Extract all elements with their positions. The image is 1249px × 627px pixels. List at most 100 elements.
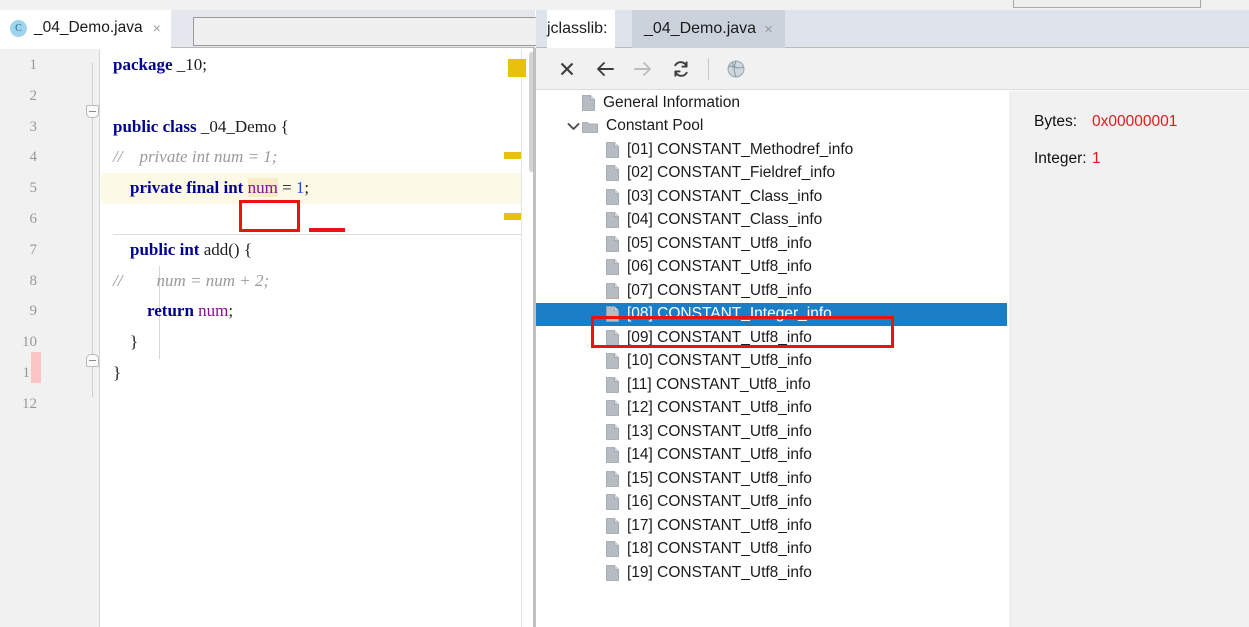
class-structure-tree[interactable]: General Information Constant Pool [01] CON… [536, 91, 1007, 627]
tree-row-label: [07] CONSTANT_Utf8_info [627, 281, 812, 299]
code-token: _10 [176, 55, 203, 74]
document-icon [606, 141, 619, 158]
document-icon [606, 423, 619, 440]
line-number: 12 [22, 395, 37, 412]
line-number: 8 [29, 272, 38, 289]
tree-row-label: [17] CONSTANT_Utf8_info [627, 516, 812, 534]
editor-tab-empty-field[interactable] [193, 17, 538, 46]
editor-gutter[interactable]: 1 2 3 4 5 6 7 8 9 10 11 12 [0, 49, 100, 627]
code-token: // private int num = 1; [113, 147, 278, 167]
tree-row-content: [14] CONSTANT_Utf8_info [536, 446, 812, 464]
tree-row-label: [14] CONSTANT_Utf8_info [627, 446, 812, 464]
document-icon [606, 306, 619, 323]
code-token: package [113, 55, 173, 74]
document-icon [606, 282, 619, 299]
vcs-change-marker[interactable] [31, 352, 41, 383]
tree-row[interactable]: [04] CONSTANT_Class_info [536, 209, 1007, 233]
tree-row-content: [10] CONSTANT_Utf8_info [536, 352, 812, 370]
tree-row-content: [05] CONSTANT_Utf8_info [536, 235, 812, 253]
code-token: ; [228, 301, 234, 321]
tree-row[interactable]: [16] CONSTANT_Utf8_info [536, 491, 1007, 515]
inspection-summary-marker[interactable] [508, 59, 526, 77]
code-token: add [203, 239, 229, 259]
code-token: () { [228, 239, 252, 259]
fold-toggle-icon[interactable] [86, 354, 99, 367]
tree-row[interactable]: [13] CONSTANT_Utf8_info [536, 420, 1007, 444]
editor-tab-04-demo[interactable]: C _04_Demo.java × [0, 10, 171, 48]
line-number: 6 [29, 211, 38, 227]
code-token: } [113, 363, 122, 382]
close-icon[interactable]: × [153, 20, 161, 36]
globe-icon[interactable] [717, 52, 755, 86]
tree-row-label: [18] CONSTANT_Utf8_info [627, 540, 812, 558]
code-token: class [162, 116, 197, 136]
tree-row-label: [08] CONSTANT_Integer_info [627, 305, 832, 323]
tree-row[interactable]: General Information [536, 91, 1007, 115]
tree-row[interactable]: [14] CONSTANT_Utf8_info [536, 444, 1007, 468]
close-icon[interactable]: × [764, 21, 773, 38]
code-token: public [130, 239, 176, 259]
tree-row[interactable]: [11] CONSTANT_Utf8_info [536, 373, 1007, 397]
tree-row-label: [11] CONSTANT_Utf8_info [627, 375, 811, 393]
clipped-toolbar-widget[interactable] [1013, 0, 1201, 8]
tree-row[interactable]: [05] CONSTANT_Utf8_info [536, 232, 1007, 256]
code-token: num [198, 301, 229, 321]
document-icon [606, 329, 619, 346]
code-token: final [186, 178, 220, 198]
tree-row[interactable]: [06] CONSTANT_Utf8_info [536, 256, 1007, 280]
ide-window: C _04_Demo.java × 1 2 3 4 5 6 7 8 9 10 11 12 packag… [0, 0, 1249, 627]
tree-row-content: General Information [536, 94, 740, 112]
inspection-warning-marker[interactable] [504, 213, 521, 220]
code-token: { [276, 116, 289, 136]
chevron-down-icon[interactable] [564, 117, 582, 135]
tree-row[interactable]: [17] CONSTANT_Utf8_info [536, 514, 1007, 538]
tree-row-content: [03] CONSTANT_Class_info [536, 188, 822, 206]
tree-row[interactable]: [12] CONSTANT_Utf8_info [536, 397, 1007, 421]
tree-row[interactable]: [15] CONSTANT_Utf8_info [536, 467, 1007, 491]
line-number: 5 [29, 180, 38, 197]
tree-row-content: [09] CONSTANT_Utf8_info [536, 329, 812, 347]
line-number: 4 [29, 149, 38, 166]
tree-row-content: [01] CONSTANT_Methodref_info [536, 141, 853, 159]
tool-window-tab-04-demo[interactable]: _04_Demo.java × [632, 10, 785, 48]
detail-key: Integer: [1034, 150, 1087, 167]
inspection-warning-marker[interactable] [504, 152, 521, 159]
tree-row[interactable]: [09] CONSTANT_Utf8_info [536, 326, 1007, 350]
editor-pane: C _04_Demo.java × 1 2 3 4 5 6 7 8 9 10 11 12 packag… [0, 10, 538, 627]
tree-row[interactable]: [10] CONSTANT_Utf8_info [536, 350, 1007, 374]
code-folding-gutter[interactable] [86, 49, 100, 627]
tree-row[interactable]: [19] CONSTANT_Utf8_info [536, 561, 1007, 585]
tree-row-label: [19] CONSTANT_Utf8_info [627, 563, 812, 581]
tree-row[interactable]: [02] CONSTANT_Fieldref_info [536, 162, 1007, 186]
detail-row: Integer: 1 [1009, 150, 1249, 168]
tree-row-content: [12] CONSTANT_Utf8_info [536, 399, 812, 417]
code-token: // num = num + 2; [113, 270, 270, 290]
code-token: public [113, 116, 159, 136]
code-token: return [147, 301, 194, 321]
document-icon [606, 564, 619, 581]
reload-icon[interactable] [662, 52, 700, 86]
tree-row[interactable]: [07] CONSTANT_Utf8_info [536, 279, 1007, 303]
fold-toggle-icon[interactable] [86, 105, 99, 118]
tree-row[interactable]: Constant Pool [536, 115, 1007, 139]
back-arrow-icon[interactable] [586, 52, 624, 86]
code-token: _04_Demo [200, 116, 277, 136]
tree-row[interactable]: [03] CONSTANT_Class_info [536, 185, 1007, 209]
close-icon[interactable] [548, 52, 586, 86]
code-token: ; [202, 55, 207, 74]
tree-row-label: [16] CONSTANT_Utf8_info [627, 493, 812, 511]
code-editor-surface[interactable]: package _10; public class _04_Demo { // pr… [101, 49, 521, 627]
tree-row-selected[interactable]: [08] CONSTANT_Integer_info [536, 302, 1007, 326]
code-token: int [179, 239, 200, 259]
tree-row[interactable]: [01] CONSTANT_Methodref_info [536, 138, 1007, 162]
tree-row[interactable]: [18] CONSTANT_Utf8_info [536, 538, 1007, 562]
